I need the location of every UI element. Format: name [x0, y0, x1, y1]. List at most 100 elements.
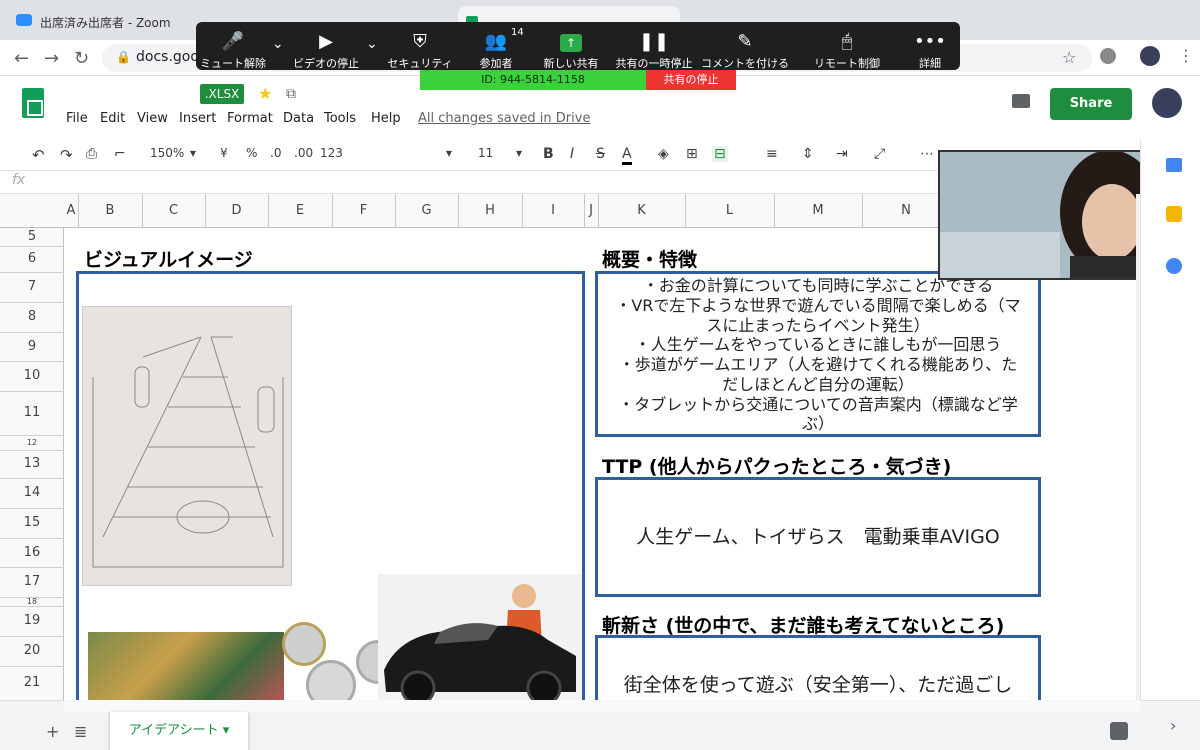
column-header[interactable]: C — [142, 203, 205, 218]
column-header[interactable]: K — [598, 203, 685, 218]
account-avatar[interactable] — [1152, 88, 1182, 118]
menu-tools[interactable]: Tools — [324, 111, 356, 126]
remote-control-button[interactable]: 🖱 リモート制御 — [812, 32, 882, 71]
row-header[interactable]: 5 — [0, 228, 64, 246]
font-chevron-icon[interactable]: ▾ — [446, 146, 452, 160]
participant-video[interactable] — [938, 150, 1168, 280]
star-icon[interactable]: ★ — [258, 84, 272, 103]
decrease-decimal-button[interactable]: .0 — [270, 146, 281, 160]
sheet-tab[interactable]: アイデアシート ▾ — [110, 712, 248, 750]
italic-button[interactable]: I — [570, 146, 574, 162]
browser-menu-icon[interactable]: ⋮ — [1178, 46, 1194, 65]
number-format-select[interactable]: 123 — [320, 146, 343, 160]
row-header[interactable]: 21 — [0, 666, 64, 700]
menu-format[interactable]: Format — [227, 111, 273, 126]
row-header[interactable]: 15 — [0, 508, 64, 538]
row-header[interactable]: 20 — [0, 636, 64, 666]
horizontal-scrollbar[interactable] — [64, 700, 1140, 712]
calendar-icon[interactable] — [1166, 158, 1182, 172]
forward-icon[interactable]: → — [44, 48, 59, 69]
new-share-button[interactable]: ↑ 新しい共有 — [540, 32, 602, 71]
row-header[interactable]: 11 — [0, 391, 64, 435]
column-header[interactable]: A — [64, 203, 78, 218]
column-header[interactable]: H — [458, 203, 522, 218]
row-header[interactable]: 12 — [0, 435, 64, 450]
bold-button[interactable]: B — [543, 146, 554, 162]
more-tools-button[interactable]: ⋯ — [920, 146, 934, 162]
zoom-select[interactable]: 150% — [150, 146, 184, 160]
row-header[interactable]: 14 — [0, 478, 64, 508]
column-header[interactable]: F — [332, 203, 395, 218]
row-header[interactable]: 10 — [0, 361, 64, 391]
row-header[interactable]: 7 — [0, 272, 64, 302]
tasks-icon[interactable] — [1166, 258, 1182, 274]
increase-decimal-button[interactable]: .00 — [294, 146, 313, 160]
print-icon[interactable]: ⎙ — [86, 146, 97, 162]
back-icon[interactable]: ← — [14, 48, 29, 69]
borders-icon[interactable]: ⊞ — [686, 146, 698, 162]
audio-options-chevron-icon[interactable]: ⌄ — [272, 36, 284, 52]
column-header[interactable]: G — [395, 203, 458, 218]
reload-icon[interactable]: ↻ — [74, 48, 89, 69]
save-status[interactable]: All changes saved in Drive — [418, 111, 590, 126]
column-header[interactable]: B — [78, 203, 142, 218]
font-size-chevron-icon[interactable]: ▾ — [516, 146, 522, 160]
annotate-button[interactable]: ✎ コメントを付ける — [700, 32, 790, 71]
vertical-scrollbar[interactable] — [1136, 194, 1140, 700]
text-color-button[interactable]: A — [622, 146, 632, 165]
column-header[interactable]: M — [774, 203, 862, 218]
security-button[interactable]: ⛨ セキュリティ — [386, 32, 454, 71]
side-panel-toggle-icon[interactable]: › — [1170, 716, 1176, 735]
all-sheets-icon[interactable]: ≣ — [74, 722, 87, 741]
menu-view[interactable]: View — [137, 111, 168, 126]
menu-file[interactable]: File — [66, 111, 88, 126]
column-header[interactable]: I — [522, 203, 584, 218]
share-button[interactable]: Share — [1050, 88, 1132, 120]
menu-data[interactable]: Data — [283, 111, 314, 126]
add-sheet-icon[interactable]: + — [46, 722, 59, 741]
font-size-select[interactable]: 11 — [478, 146, 493, 160]
row-header[interactable]: 8 — [0, 302, 64, 332]
text-rotation-icon[interactable]: ⤢ — [874, 146, 885, 162]
paint-format-icon[interactable]: ⌐ — [114, 146, 126, 162]
keep-icon[interactable] — [1166, 206, 1182, 222]
column-header[interactable]: L — [685, 203, 774, 218]
profile-avatar[interactable] — [1140, 46, 1160, 66]
percent-button[interactable]: % — [246, 146, 257, 160]
bookmark-star-icon[interactable]: ☆ — [1062, 48, 1076, 67]
stop-share-button[interactable]: 共有の停止 — [646, 70, 736, 90]
horizontal-align-icon[interactable]: ≡ — [766, 146, 778, 162]
row-header[interactable]: 19 — [0, 606, 64, 636]
column-header[interactable]: D — [205, 203, 268, 218]
vertical-align-icon[interactable]: ⇕ — [802, 146, 814, 162]
column-header[interactable]: J — [584, 203, 598, 218]
menu-edit[interactable]: Edit — [100, 111, 125, 126]
column-header[interactable]: E — [268, 203, 332, 218]
undo-icon[interactable]: ↶ — [32, 146, 45, 164]
row-header[interactable]: 18 — [0, 597, 64, 606]
pause-share-button[interactable]: ❚❚ 共有の一時停止 — [614, 32, 694, 71]
menu-help[interactable]: Help — [371, 111, 401, 126]
video-options-chevron-icon[interactable]: ⌄ — [366, 36, 378, 52]
fill-color-icon[interactable]: ◈ — [658, 146, 669, 162]
row-header[interactable]: 6 — [0, 246, 64, 272]
row-header[interactable]: 9 — [0, 332, 64, 361]
extension-icon[interactable] — [1100, 48, 1116, 64]
more-button[interactable]: ••• 詳細 — [912, 32, 948, 71]
zoom-chevron-icon[interactable]: ▾ — [190, 146, 196, 160]
column-header[interactable]: N — [862, 203, 950, 218]
comment-history-icon[interactable] — [1012, 94, 1030, 108]
meeting-id-bar[interactable]: ID: 944-5814-1158 — [420, 70, 646, 90]
row-header[interactable]: 17 — [0, 567, 64, 597]
redo-icon[interactable]: ↷ — [60, 146, 73, 164]
merge-cells-icon[interactable]: ⊟ — [712, 146, 728, 162]
move-folder-icon[interactable]: ⧉ — [286, 86, 296, 102]
explore-icon[interactable] — [1110, 722, 1128, 740]
strikethrough-button[interactable]: S — [596, 146, 605, 162]
stop-video-button[interactable]: ▶ ビデオの停止 — [290, 32, 362, 71]
currency-button[interactable]: ¥ — [220, 146, 228, 160]
mute-button[interactable]: 🎤 ミュート解除 — [200, 32, 266, 71]
row-header[interactable]: 16 — [0, 538, 64, 567]
menu-insert[interactable]: Insert — [179, 111, 216, 126]
text-wrap-icon[interactable]: ⇥ — [836, 146, 848, 162]
